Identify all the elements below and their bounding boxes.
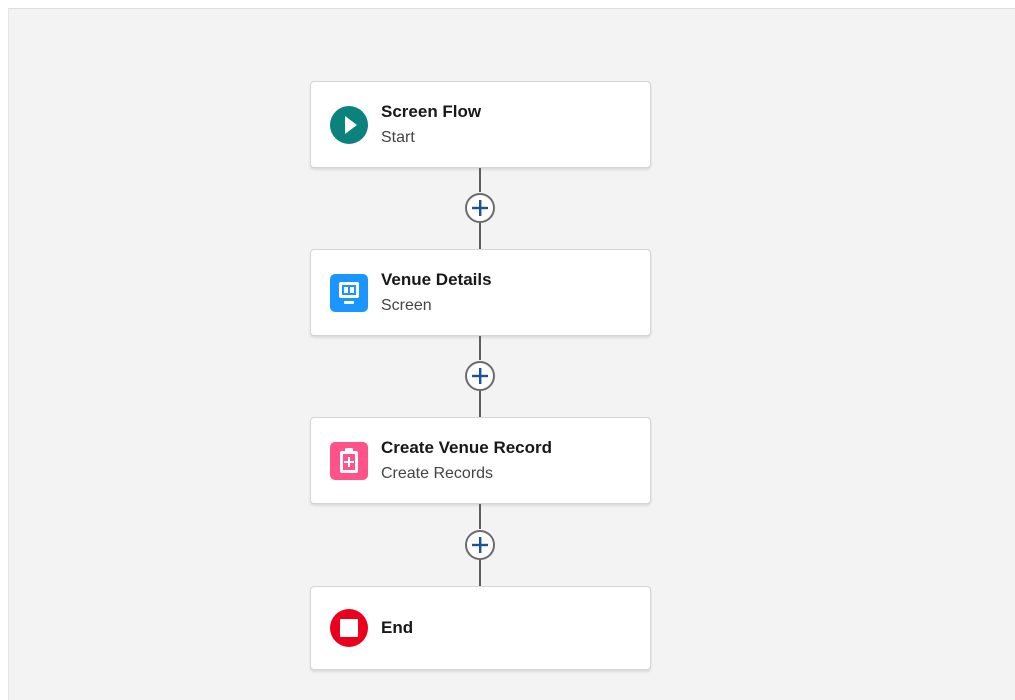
end-node[interactable]: End: [310, 586, 651, 670]
connector-line: [479, 560, 481, 586]
plus-icon: [472, 200, 488, 216]
node-type: Start: [381, 128, 415, 146]
screen-node[interactable]: Venue Details Screen: [310, 249, 651, 336]
create-records-node[interactable]: Create Venue Record Create Records: [310, 417, 651, 504]
flow-canvas[interactable]: Screen Flow Start Venue Details Screen C…: [8, 8, 1015, 700]
node-title: Create Venue Record: [381, 437, 553, 457]
connector-line: [479, 223, 481, 249]
start-node[interactable]: Screen Flow Start: [310, 81, 651, 168]
create-record-icon: [330, 441, 368, 480]
connector-line: [479, 504, 481, 529]
connector-line: [479, 168, 481, 192]
start-play-icon: [330, 105, 368, 144]
plus-icon: [472, 368, 488, 384]
node-title: Screen Flow: [381, 101, 482, 121]
plus-icon: [472, 537, 488, 553]
node-title: Venue Details: [381, 269, 492, 289]
connector-line: [479, 336, 481, 360]
end-stop-icon: [330, 609, 368, 647]
node-type: Create Records: [381, 464, 494, 482]
screen-icon: [330, 273, 368, 312]
add-element-button[interactable]: [465, 361, 495, 391]
node-type: Screen: [381, 296, 432, 314]
connector-line: [479, 391, 481, 417]
node-title: End: [381, 618, 414, 637]
add-element-button[interactable]: [465, 193, 495, 223]
add-element-button[interactable]: [465, 530, 495, 560]
